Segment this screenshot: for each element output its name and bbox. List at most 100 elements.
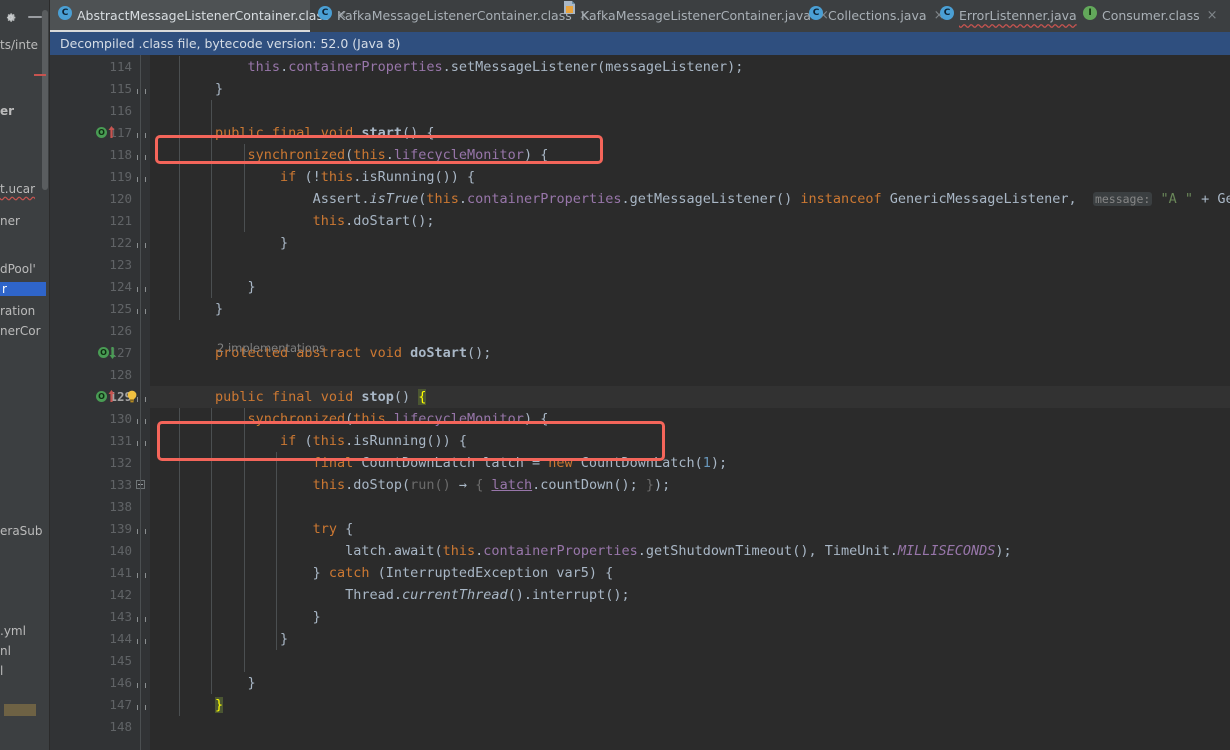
code-line[interactable]: this.containerProperties.setMessageListe… [150, 56, 744, 78]
arrow-up-icon[interactable] [108, 390, 115, 402]
editor-tab[interactable]: C KafkaMessageListenerContainer.class × [310, 0, 590, 32]
code-line[interactable]: } [150, 606, 321, 628]
tab-label: KafkaMessageListenerContainer.java [581, 8, 811, 23]
line-number: 133 [109, 477, 132, 492]
line-number: 116 [109, 103, 132, 118]
line-number: 143 [109, 609, 132, 624]
line-number: 140 [109, 543, 132, 558]
editor-tab-bar[interactable]: C AbstractMessageListenerContainer.class ×… [50, 0, 1230, 32]
line-number: 144 [109, 631, 132, 646]
tab-label: AbstractMessageListenerContainer.class [77, 8, 330, 23]
tree-item[interactable]: ration [0, 304, 35, 318]
code-line[interactable]: synchronized(this.lifecycleMonitor) { [150, 408, 549, 430]
code-line[interactable]: } [150, 628, 288, 650]
interface-icon: I [1083, 6, 1097, 20]
tree-item[interactable]: .yml [0, 624, 26, 638]
code-line[interactable]: Assert.isTrue(this.containerProperties.g… [150, 188, 1230, 210]
code-line[interactable]: } [150, 298, 223, 320]
tree-item[interactable]: dPool' [0, 262, 36, 276]
fold-column[interactable] [127, 55, 150, 750]
tree-error-stripe [34, 74, 46, 76]
line-number: 130 [109, 411, 132, 426]
tree-item[interactable]: ner [0, 214, 20, 228]
project-tool-window[interactable]: ts/inte er t.ucar ner dPool' r ration nerCor era… [0, 0, 50, 750]
line-number: 147 [109, 697, 132, 712]
line-number: 117 [109, 125, 132, 140]
code-line[interactable]: } catch (InterruptedException var5) { [150, 562, 614, 584]
line-number: 132 [109, 455, 132, 470]
class-icon: C [809, 6, 823, 20]
line-number: 114 [109, 59, 132, 74]
line-number: 141 [109, 565, 132, 580]
class-icon: C [58, 6, 72, 20]
code-line[interactable]: } [150, 232, 288, 254]
tree-item[interactable]: ts/inte [0, 38, 38, 52]
code-line[interactable]: synchronized(this.lifecycleMonitor) { [150, 144, 549, 166]
tree-bottom-item[interactable] [4, 704, 36, 716]
line-number: 121 [109, 213, 132, 228]
line-number: 129 [109, 389, 132, 404]
editor-tab[interactable]: I Consumer.class × [1075, 0, 1218, 32]
line-number: 126 [109, 323, 132, 338]
override-method-icon[interactable]: O [96, 391, 107, 402]
code-line[interactable]: final CountDownLatch latch = new CountDo… [150, 452, 728, 474]
arrow-down-icon[interactable] [109, 347, 116, 359]
code-line[interactable]: if (this.isRunning()) { [150, 430, 467, 452]
line-number: 127 [109, 345, 132, 360]
class-icon: C [940, 6, 954, 20]
editor-tab[interactable]: C Collections.java × [801, 0, 944, 32]
code-content[interactable]: this.containerProperties.setMessageListe… [150, 55, 1230, 750]
gear-icon[interactable] [4, 11, 17, 24]
code-line[interactable]: Thread.currentThread().interrupt(); [150, 584, 630, 606]
line-number: 124 [109, 279, 132, 294]
line-number: 142 [109, 587, 132, 602]
code-editor[interactable]: 114 115 116 117 118 119 120 121 122 123 124 125 126 1… [50, 55, 1230, 750]
tree-item[interactable]: eraSub [0, 524, 43, 538]
tree-scrollbar[interactable] [42, 10, 48, 190]
code-line[interactable]: } [150, 672, 256, 694]
tree-item[interactable]: er [0, 104, 14, 118]
tab-close-icon[interactable]: × [1206, 0, 1219, 32]
line-number: 146 [109, 675, 132, 690]
tree-item[interactable]: nerCor [0, 324, 41, 338]
code-line[interactable]: if (!this.isRunning()) { [150, 166, 475, 188]
code-line[interactable]: public final void start() { [150, 122, 434, 144]
override-method-icon[interactable]: O [96, 127, 107, 138]
editor-gutter[interactable]: 114 115 116 117 118 119 120 121 122 123 124 125 126 1… [50, 55, 132, 750]
line-number: 128 [109, 367, 132, 382]
tree-item[interactable]: r [0, 282, 46, 296]
arrow-up-icon[interactable] [108, 126, 115, 138]
tree-item[interactable]: t.ucar [0, 182, 35, 196]
line-number: 119 [109, 169, 132, 184]
gutter-divider [140, 55, 141, 750]
minimize-icon[interactable] [28, 16, 42, 19]
line-number: 145 [109, 653, 132, 668]
code-line[interactable]: this.doStart(); [150, 210, 435, 232]
editor-tab[interactable]: C AbstractMessageListenerContainer.class × [50, 0, 347, 32]
intention-bulb-icon[interactable] [126, 390, 138, 403]
implemented-method-icon[interactable]: O [98, 347, 109, 358]
code-line[interactable]: try { [150, 518, 354, 540]
tree-item[interactable]: nl [0, 644, 11, 658]
editor-tab[interactable]: KafkaMessageListenerContainer.java × [555, 0, 829, 32]
code-line[interactable]: } [150, 276, 256, 298]
line-number: 123 [109, 257, 132, 272]
line-number: 125 [109, 301, 132, 316]
line-number: 138 [109, 499, 132, 514]
decompiled-file-banner: Decompiled .class file, bytecode version… [50, 32, 1230, 55]
code-line[interactable]: } [150, 694, 224, 716]
line-number: 115 [109, 81, 132, 96]
tab-label: KafkaMessageListenerContainer.class [337, 8, 572, 23]
line-number: 120 [109, 191, 132, 206]
class-icon: C [318, 6, 332, 20]
tab-label: ErrorListenner.java [959, 8, 1077, 23]
line-number: 131 [109, 433, 132, 448]
tab-label: Consumer.class [1102, 8, 1200, 23]
code-vision-hint[interactable]: 2 implementations [217, 341, 325, 355]
code-line[interactable]: this.doStop(run() → { latch.countDown();… [150, 474, 671, 496]
tree-item[interactable]: l [0, 664, 3, 678]
code-line[interactable]: public final void stop() { [150, 386, 427, 408]
code-line[interactable]: latch.await(this.containerProperties.get… [150, 540, 1012, 562]
code-line[interactable]: } [150, 78, 223, 100]
editor-tab[interactable]: CErrorListenner.java× [932, 0, 1095, 32]
